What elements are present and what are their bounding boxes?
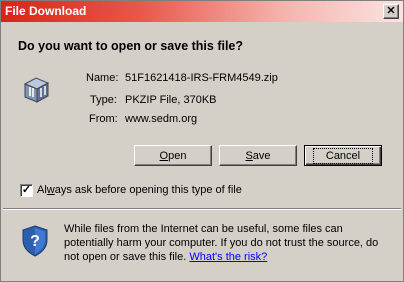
open-button-label: pen <box>168 149 187 162</box>
always-ask-checkbox[interactable]: ✓ <box>20 184 33 197</box>
divider <box>3 208 401 210</box>
file-name-value: 51F1621418-IRS-FRM4549.zip <box>125 72 278 84</box>
save-button-label: ave <box>252 149 271 162</box>
cancel-button-label: Cancel <box>312 147 374 164</box>
security-warning: While files from the Internet can be use… <box>64 222 394 264</box>
file-type-value: PKZIP File, 370KB <box>125 94 217 106</box>
always-ask-label-rest: ays ask before opening this type of file <box>54 184 242 196</box>
always-ask-label-prefix: Al <box>37 184 47 196</box>
save-button[interactable]: Save <box>219 145 297 166</box>
file-name-label: Name: <box>86 72 119 84</box>
file-type-label: Type: <box>90 94 117 106</box>
zip-archive-icon <box>23 77 50 103</box>
window-title: File Download <box>5 4 87 18</box>
cancel-button[interactable]: Cancel <box>304 145 382 166</box>
whats-the-risk-link[interactable]: What's the risk? <box>189 251 267 263</box>
open-button-accelerator: O <box>159 149 169 162</box>
file-from-value: www.sedm.org <box>125 113 198 125</box>
file-from-label: From: <box>89 113 118 125</box>
close-button[interactable]: ✕ <box>383 4 399 19</box>
always-ask-accelerator: w <box>46 184 55 196</box>
file-download-dialog: File Download ✕ Do you want to open or s… <box>0 0 404 282</box>
save-button-accelerator: S <box>245 149 253 162</box>
dialog-question: Do you want to open or save this file? <box>18 39 244 53</box>
open-button[interactable]: Open <box>134 145 212 166</box>
checkmark-icon: ✓ <box>21 184 32 196</box>
security-shield-icon: ? <box>22 225 48 257</box>
always-ask-label[interactable]: Always ask before opening this type of f… <box>37 184 242 196</box>
svg-text:?: ? <box>30 233 40 250</box>
title-bar[interactable]: File Download ✕ <box>1 1 403 22</box>
close-icon: ✕ <box>386 5 396 17</box>
